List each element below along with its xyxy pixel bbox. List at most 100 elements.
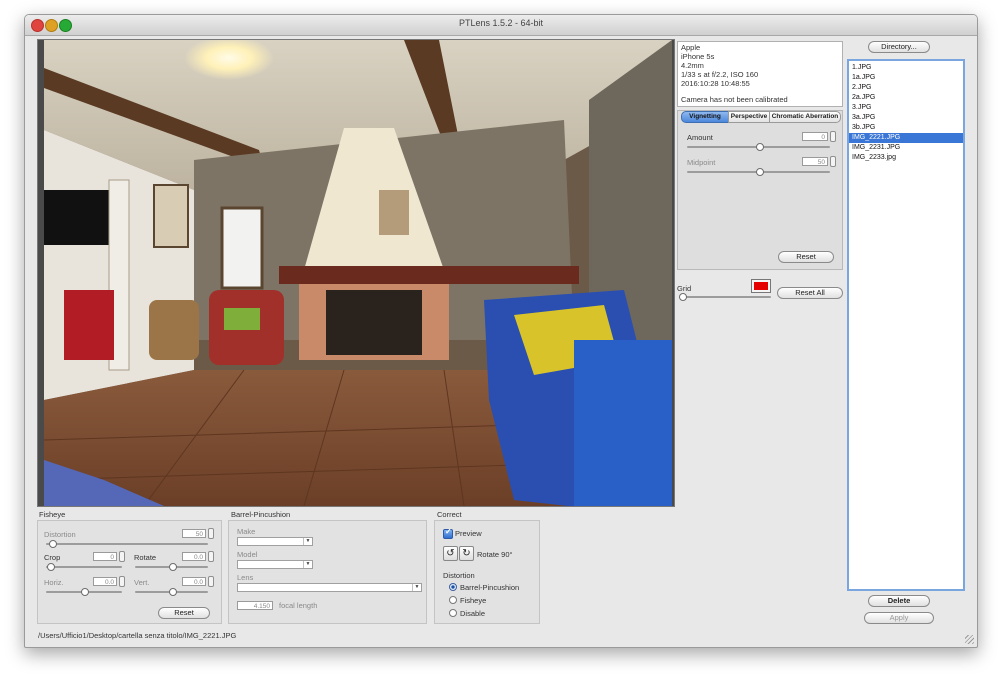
midpoint-slider[interactable] xyxy=(687,168,830,176)
rotate-field[interactable]: 0.0 xyxy=(182,552,206,561)
fisheye-title: Fisheye xyxy=(39,510,66,519)
focal-length-label: focal length xyxy=(279,601,318,610)
vert-field[interactable]: 0.0 xyxy=(182,577,206,586)
file-list-item[interactable]: 2.JPG xyxy=(849,83,963,93)
distortion-label: Distortion xyxy=(44,530,76,539)
amount-label: Amount xyxy=(687,133,713,142)
camera-model: iPhone 5s xyxy=(681,52,715,61)
radio-barrel-pincushion[interactable] xyxy=(449,583,457,591)
photo-preview[interactable] xyxy=(37,39,675,507)
model-select[interactable]: ▼ xyxy=(237,560,313,569)
distortion-stepper[interactable] xyxy=(208,528,214,539)
grid-color-swatch xyxy=(754,282,768,290)
radio-disable-label: Disable xyxy=(460,609,486,618)
vert-stepper[interactable] xyxy=(208,576,214,587)
file-list-item[interactable]: 1a.JPG xyxy=(849,73,963,83)
file-list-item[interactable]: IMG_2231.JPG xyxy=(849,143,963,153)
preview-label: Preview xyxy=(455,529,482,538)
file-list-item[interactable]: IMG_2233.jpg xyxy=(849,153,963,163)
exposure-info: 1/33 s at f/2.2, ISO 160 xyxy=(681,70,759,79)
grid-label: Grid xyxy=(677,284,692,293)
camera-make: Apple xyxy=(681,43,701,52)
resize-grip[interactable] xyxy=(965,635,974,644)
focal-length-field[interactable]: 4.150 xyxy=(237,601,273,610)
rotate-right-icon[interactable]: ↻ xyxy=(459,546,474,561)
file-path-status: /Users/Ufficio1/Desktop/cartella senza t… xyxy=(38,631,237,640)
amount-slider[interactable] xyxy=(687,143,830,151)
calibration-status: Camera has not been calibrated xyxy=(681,95,788,104)
rotate-slider-thumb[interactable] xyxy=(169,563,177,571)
exif-info-box: Apple iPhone 5s 4.2mm 1/33 s at f/2.2, I… xyxy=(677,41,843,107)
midpoint-stepper[interactable] xyxy=(830,156,836,167)
barrel-panel: Make ▼ Model ▼ Lens ▼ 4.150 focal length xyxy=(228,520,427,624)
amount-stepper[interactable] xyxy=(830,131,836,142)
lens-label: Lens xyxy=(237,573,254,582)
correct-panel: ✓ Preview ↺ ↻ Rotate 90° Distortion Barr… xyxy=(434,520,540,624)
horiz-slider-thumb[interactable] xyxy=(81,588,89,596)
datetime-info: 2016:10:28 10:48:55 xyxy=(681,79,750,88)
reset-all-button[interactable]: Reset All xyxy=(777,287,843,299)
tab-chromatic-aberration[interactable]: Chromatic Aberration xyxy=(769,111,841,123)
vert-label: Vert. xyxy=(134,578,150,587)
preview-checkbox[interactable]: ✓ xyxy=(443,527,453,539)
radio-fisheye[interactable] xyxy=(449,596,457,604)
directory-button[interactable]: Directory... xyxy=(868,41,930,53)
crop-field[interactable]: 0 xyxy=(93,552,117,561)
horiz-field[interactable]: 0.0 xyxy=(93,577,117,586)
horiz-stepper[interactable] xyxy=(119,576,125,587)
chevron-down-icon: ▼ xyxy=(303,538,312,545)
title-bar: PTLens 1.5.2 - 64-bit xyxy=(25,15,977,36)
correct-title: Correct xyxy=(437,510,462,519)
amount-field[interactable]: 0 xyxy=(802,132,828,141)
rotate-stepper[interactable] xyxy=(208,551,214,562)
amount-slider-thumb[interactable] xyxy=(756,143,764,151)
file-list-item[interactable]: 3a.JPG xyxy=(849,113,963,123)
radio-barrel-label: Barrel-Pincushion xyxy=(460,583,520,592)
fisheye-panel: Distortion 50 Crop 0 Rotate 0.0 Horiz. 0… xyxy=(37,520,222,624)
model-label: Model xyxy=(237,550,258,559)
vert-slider[interactable] xyxy=(135,588,208,596)
make-label: Make xyxy=(237,527,256,536)
grid-slider[interactable] xyxy=(679,293,771,301)
fisheye-reset-button[interactable]: Reset xyxy=(158,607,210,619)
crop-label: Crop xyxy=(44,553,61,562)
file-list[interactable]: 1.JPG 1a.JPG 2.JPG 2a.JPG 3.JPG 3a.JPG 3b.JPG I… xyxy=(847,59,965,591)
correction-tabs-panel: Vignetting Perspective Chromatic Aberrat… xyxy=(677,110,843,270)
make-select[interactable]: ▼ xyxy=(237,537,313,546)
rotate-left-icon[interactable]: ↺ xyxy=(443,546,458,561)
crop-stepper[interactable] xyxy=(119,551,125,562)
distortion-slider-thumb[interactable] xyxy=(49,540,57,548)
tab-vignetting[interactable]: Vignetting xyxy=(681,111,729,123)
file-list-item[interactable]: 3.JPG xyxy=(849,103,963,113)
apply-button[interactable]: Apply xyxy=(864,612,934,624)
midpoint-slider-thumb[interactable] xyxy=(756,168,764,176)
chevron-down-icon: ▼ xyxy=(303,561,312,568)
tab-perspective[interactable]: Perspective xyxy=(728,111,770,123)
rotate-label: Rotate xyxy=(134,553,157,562)
file-list-item[interactable]: 1.JPG xyxy=(849,63,963,73)
horiz-label: Horiz. xyxy=(44,578,64,587)
distortion-slider[interactable] xyxy=(46,540,208,548)
midpoint-field[interactable]: 50 xyxy=(802,157,828,166)
chevron-down-icon: ▼ xyxy=(412,584,421,591)
lens-select[interactable]: ▼ xyxy=(237,583,422,592)
rotate-slider[interactable] xyxy=(135,563,208,571)
radio-fisheye-label: Fisheye xyxy=(460,596,487,605)
distortion-field[interactable]: 50 xyxy=(182,529,206,538)
checkmark-icon: ✓ xyxy=(445,527,452,536)
vignetting-reset-button[interactable]: Reset xyxy=(778,251,834,263)
window-title: PTLens 1.5.2 - 64-bit xyxy=(458,18,544,28)
app-window: PTLens 1.5.2 - 64-bit Apple iPhone 5s 4.… xyxy=(24,14,978,648)
delete-button[interactable]: Delete xyxy=(868,595,930,607)
horiz-slider[interactable] xyxy=(46,588,122,596)
file-list-item[interactable]: 3b.JPG xyxy=(849,123,963,133)
vert-slider-thumb[interactable] xyxy=(169,588,177,596)
file-list-item[interactable]: IMG_2221.JPG xyxy=(849,133,963,143)
file-list-item[interactable]: 2a.JPG xyxy=(849,93,963,103)
crop-slider[interactable] xyxy=(46,563,122,571)
crop-slider-thumb[interactable] xyxy=(47,563,55,571)
grid-color-well[interactable] xyxy=(751,279,771,293)
distortion-mode-label: Distortion xyxy=(443,571,475,580)
radio-disable[interactable] xyxy=(449,609,457,617)
grid-slider-thumb[interactable] xyxy=(679,293,687,301)
